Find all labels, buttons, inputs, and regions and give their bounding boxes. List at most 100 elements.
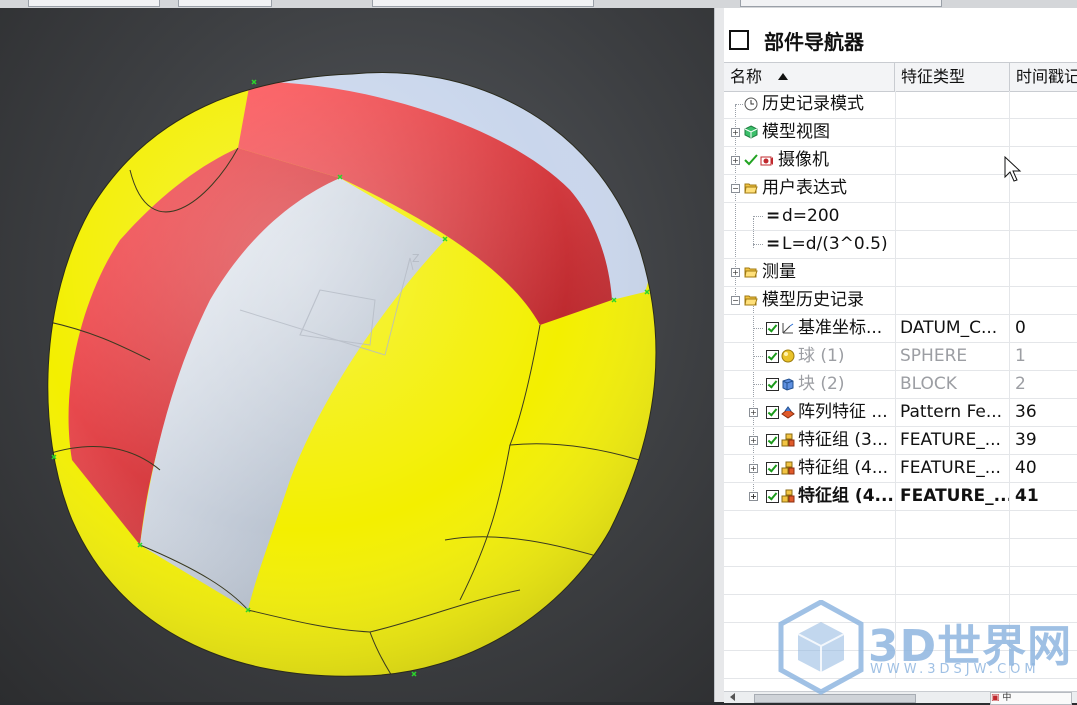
row-type: DATUM_C... bbox=[895, 315, 1010, 342]
pattern-icon bbox=[781, 406, 795, 419]
check-icon bbox=[744, 154, 758, 166]
toolbar-field[interactable] bbox=[372, 0, 594, 7]
collapse-minus-icon[interactable]: − bbox=[731, 184, 740, 193]
feature-group-icon bbox=[781, 489, 795, 503]
tree-row-feature[interactable]: + 阵列特征 ... Pattern Fe... 36 bbox=[724, 399, 1077, 427]
visibility-checkbox[interactable] bbox=[766, 462, 779, 475]
camera-icon bbox=[760, 156, 773, 166]
tree-row-model-history[interactable]: − 模型历史记录 bbox=[724, 287, 1077, 315]
folder-open-icon bbox=[744, 183, 758, 194]
block-icon bbox=[782, 378, 794, 391]
visibility-checkbox[interactable] bbox=[766, 406, 779, 419]
row-time: 41 bbox=[1015, 486, 1039, 506]
column-name[interactable]: 名称 bbox=[724, 63, 895, 91]
tree-row-expression[interactable]: = d=200 bbox=[724, 203, 1077, 231]
row-name: 基准坐标... bbox=[798, 318, 883, 338]
expression-icon: = bbox=[766, 234, 781, 254]
folder-icon bbox=[744, 267, 758, 278]
row-type: FEATURE_... bbox=[895, 455, 1010, 482]
row-name: 特征组 (4... bbox=[798, 458, 889, 478]
collapse-minus-icon[interactable]: − bbox=[731, 296, 740, 305]
tree-row-expression[interactable]: = L=d/(3^0.5) bbox=[724, 231, 1077, 259]
tree-row-feature[interactable]: + 特征组 (3... FEATURE_... 39 bbox=[724, 427, 1077, 455]
feature-group-icon bbox=[781, 433, 795, 447]
expand-plus-icon[interactable]: + bbox=[749, 492, 758, 501]
toolbar-field[interactable] bbox=[28, 0, 160, 7]
empty-row bbox=[724, 567, 1077, 595]
row-type bbox=[895, 91, 1010, 118]
row-time: 36 bbox=[1015, 402, 1037, 422]
row-time: 39 bbox=[1015, 430, 1037, 450]
row-name: 特征组 (4... bbox=[798, 486, 894, 506]
row-time: 0 bbox=[1015, 318, 1026, 338]
row-name: 用户表达式 bbox=[762, 178, 847, 198]
expand-plus-icon[interactable]: + bbox=[731, 156, 740, 165]
clock-icon bbox=[744, 97, 758, 111]
row-type bbox=[895, 259, 1010, 286]
column-name-label: 名称 bbox=[730, 67, 763, 86]
feature-group-icon bbox=[781, 461, 795, 475]
tree-row-measurement[interactable]: + 测量 bbox=[724, 259, 1077, 287]
sphere-icon bbox=[781, 349, 795, 363]
tree-row-feature[interactable]: 基准坐标... DATUM_C... 0 bbox=[724, 315, 1077, 343]
visibility-checkbox[interactable] bbox=[766, 490, 779, 503]
row-type: SPHERE bbox=[895, 343, 1010, 370]
visibility-checkbox[interactable] bbox=[766, 434, 779, 447]
volleyball-model: Z bbox=[47, 72, 657, 677]
empty-row bbox=[724, 511, 1077, 539]
datum-csys-icon bbox=[782, 323, 794, 334]
tree-row-feature[interactable]: 块 (2) BLOCK 2 bbox=[724, 371, 1077, 399]
row-time bbox=[1010, 231, 1077, 258]
row-time: 1 bbox=[1015, 346, 1026, 366]
row-type bbox=[895, 203, 1010, 230]
navigator-header: 部件导航器 bbox=[724, 8, 1077, 62]
tree-row-feature-current[interactable]: + 特征组 (4... FEATURE_... 41 bbox=[724, 483, 1077, 511]
folder-open-icon bbox=[744, 295, 758, 306]
column-timestamp-label: 时间戳记 bbox=[1016, 67, 1077, 86]
tree-row-history-mode[interactable]: 历史记录模式 bbox=[724, 91, 1077, 119]
scroll-left-icon[interactable] bbox=[730, 693, 735, 701]
column-type-label: 特征类型 bbox=[901, 67, 966, 86]
row-name: 模型视图 bbox=[762, 122, 830, 142]
expand-plus-icon[interactable]: + bbox=[749, 408, 758, 417]
row-time bbox=[1010, 203, 1077, 230]
expand-plus-icon[interactable]: + bbox=[731, 268, 740, 277]
expand-plus-icon[interactable]: + bbox=[731, 128, 740, 137]
row-time bbox=[1010, 259, 1077, 286]
row-name: 球 (1) bbox=[798, 346, 845, 366]
column-timestamp[interactable]: 时间戳记 bbox=[1010, 63, 1077, 91]
row-type bbox=[895, 231, 1010, 258]
watermark-cube-icon bbox=[778, 600, 864, 695]
row-name: d=200 bbox=[782, 206, 840, 226]
expand-plus-icon[interactable]: + bbox=[749, 436, 758, 445]
tree-row-camera[interactable]: + 摄像机 bbox=[724, 147, 1077, 175]
row-name: 阵列特征 ... bbox=[798, 402, 888, 422]
row-type: Pattern Fe... bbox=[895, 399, 1010, 426]
row-name: L=d/(3^0.5) bbox=[782, 234, 888, 254]
visibility-checkbox[interactable] bbox=[766, 322, 779, 335]
part-navigator: 部件导航器 名称 特征类型 时间戳记 历史记录模式 + 模型视图 + 摄像机 −… bbox=[724, 8, 1077, 705]
tree-row-user-expressions[interactable]: − 用户表达式 bbox=[724, 175, 1077, 203]
navigator-window-icon bbox=[729, 30, 749, 50]
toolbar-field[interactable] bbox=[740, 0, 942, 7]
row-name: 测量 bbox=[762, 262, 796, 282]
graphics-viewport[interactable]: Z bbox=[0, 8, 714, 702]
column-type[interactable]: 特征类型 bbox=[895, 63, 1010, 91]
visibility-checkbox[interactable] bbox=[766, 378, 779, 391]
row-time bbox=[1010, 91, 1077, 118]
row-time bbox=[1010, 287, 1077, 314]
tree-row-feature[interactable]: 球 (1) SPHERE 1 bbox=[724, 343, 1077, 371]
expand-plus-icon[interactable]: + bbox=[749, 464, 758, 473]
row-name: 摄像机 bbox=[778, 150, 829, 170]
row-type: BLOCK bbox=[895, 371, 1010, 398]
row-name: 块 (2) bbox=[798, 374, 845, 394]
mouse-cursor-icon bbox=[1004, 156, 1022, 182]
tree-row-model-views[interactable]: + 模型视图 bbox=[724, 119, 1077, 147]
tree-row-feature[interactable]: + 特征组 (4... FEATURE_... 40 bbox=[724, 455, 1077, 483]
row-type bbox=[895, 119, 1010, 146]
toolbar-field[interactable] bbox=[178, 0, 272, 7]
empty-row bbox=[724, 539, 1077, 567]
row-name: 特征组 (3... bbox=[798, 430, 889, 450]
visibility-checkbox[interactable] bbox=[766, 350, 779, 363]
row-time: 40 bbox=[1015, 458, 1037, 478]
